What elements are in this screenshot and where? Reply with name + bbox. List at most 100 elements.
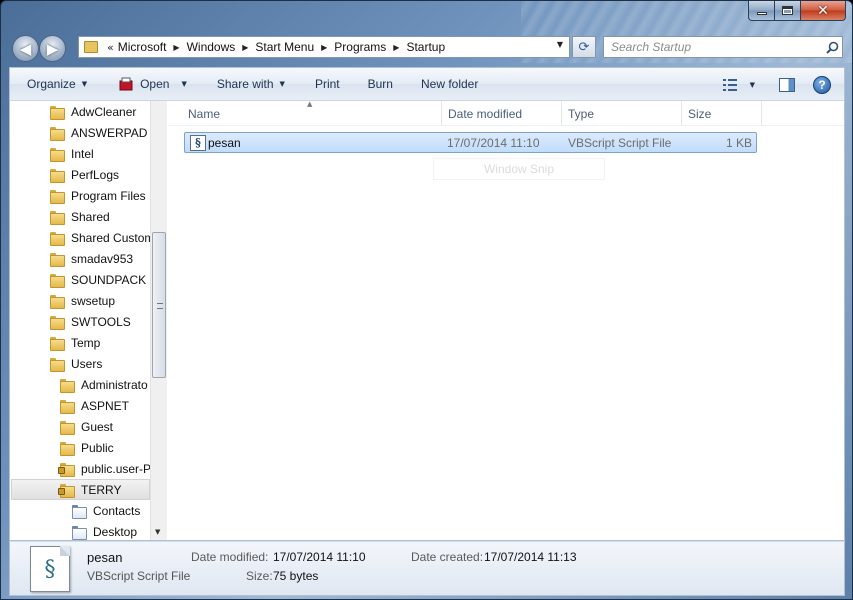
tree-item-swsetup[interactable]: swsetup (50, 290, 115, 311)
address-bar[interactable]: « Microsoft ▶ Windows ▶ Start Menu ▶ Pro… (78, 36, 570, 58)
search-icon[interactable] (822, 41, 842, 54)
search-box[interactable]: Search Startup (603, 36, 843, 58)
tree-item-program-files[interactable]: Program Files (50, 185, 146, 206)
file-row[interactable]: § pesan 17/07/2014 11:10 VBScript Script… (184, 132, 757, 153)
tree-item-shared-custom[interactable]: Shared Custom (50, 227, 154, 248)
breadcrumb-start-menu[interactable]: Start Menu (255, 40, 314, 54)
burn-button[interactable]: Burn (350, 68, 403, 101)
address-overflow-chevron[interactable]: « (107, 41, 114, 54)
details-size-label: Size: (246, 569, 273, 583)
tree-item-users[interactable]: Users (50, 353, 102, 374)
tree-item-terry[interactable]: TERRY (11, 479, 150, 500)
tree-item-answerpad[interactable]: ANSWERPAD (50, 122, 147, 143)
navigation-scrollbar[interactable]: ▼ (150, 101, 167, 540)
breadcrumb-programs[interactable]: Programs (334, 40, 386, 54)
back-button[interactable]: ◀ (12, 35, 39, 62)
tree-item-shared[interactable]: Shared (50, 206, 110, 227)
print-label: Print (314, 77, 340, 91)
breadcrumb-microsoft[interactable]: Microsoft (118, 40, 167, 54)
tree-item-desktop[interactable]: Desktop (72, 521, 137, 540)
breadcrumb-arrow-icon[interactable]: ▶ (393, 43, 399, 52)
file-type: VBScript Script File (568, 136, 672, 150)
tree-item-public[interactable]: Public (60, 437, 114, 458)
close-icon: ✕ (817, 2, 829, 19)
tree-item-smadav953[interactable]: smadav953 (50, 248, 133, 269)
tree-item-perflogs[interactable]: PerfLogs (50, 164, 119, 185)
search-input[interactable]: Search Startup (611, 40, 822, 54)
close-button[interactable]: ✕ (801, 1, 846, 21)
tree-item-label: PerfLogs (71, 167, 120, 182)
refresh-icon: ⟳ (578, 39, 590, 55)
tree-item-swtools[interactable]: SWTOOLS (50, 311, 131, 332)
column-name-label: Name (188, 106, 221, 121)
breadcrumb-arrow-icon[interactable]: ▶ (173, 43, 179, 52)
tree-item-soundpack[interactable]: SOUNDPACK (50, 269, 146, 290)
change-view-button[interactable]: ▼ (722, 78, 755, 91)
desktop-folder-icon (72, 525, 87, 540)
locked-folder-icon (58, 483, 75, 498)
tree-item-temp[interactable]: Temp (50, 332, 100, 353)
help-icon[interactable]: ? (813, 75, 831, 94)
details-date-created: 17/07/2014 11:13 (484, 550, 577, 564)
column-date-modified[interactable]: Date modified (442, 101, 562, 126)
tree-item-label: Users (71, 356, 103, 371)
print-button[interactable]: Print (295, 68, 350, 101)
contacts-folder-icon (72, 504, 87, 519)
back-arrow-icon: ◀ (19, 39, 32, 58)
folder-icon (50, 336, 65, 351)
file-name: pesan (208, 136, 241, 150)
breadcrumb-windows[interactable]: Windows (187, 40, 236, 54)
details-file-type: VBScript Script File (87, 569, 191, 583)
scrollbar-thumb[interactable] (152, 232, 166, 378)
maximize-button[interactable] (775, 1, 801, 21)
tree-item-label: swsetup (71, 293, 116, 308)
details-date-modified-label: Date modified: (191, 550, 269, 564)
tree-item-label: SOUNDPACK (71, 272, 147, 287)
tree-item-guest[interactable]: Guest (60, 416, 113, 437)
tree-item-public-user[interactable]: public.user-P (58, 458, 152, 479)
navigation-pane: AdwCleaner ANSWERPAD Intel PerfLogs Prog… (10, 101, 167, 540)
folder-icon (50, 105, 65, 120)
toolbar-right: ▼ ? (722, 68, 844, 101)
folder-icon (50, 315, 65, 330)
folder-icon (50, 126, 65, 141)
breadcrumb-arrow-icon[interactable]: ▶ (242, 43, 248, 52)
open-label: Open (140, 77, 170, 91)
minimize-button[interactable] (748, 1, 775, 21)
preview-pane-icon[interactable] (779, 77, 795, 92)
tree-item-label: Shared Custom (71, 230, 155, 245)
folder-icon (50, 189, 65, 204)
tree-item-label: SWTOOLS (71, 314, 131, 329)
details-view-icon (722, 78, 737, 91)
scroll-down-arrow-icon[interactable]: ▼ (155, 528, 160, 536)
refresh-button[interactable]: ⟳ (572, 36, 596, 58)
forward-arrow-icon: ▶ (46, 39, 59, 58)
open-menu[interactable]: Open ▼ (97, 68, 197, 101)
organize-menu[interactable]: Organize ▼ (10, 68, 97, 101)
forward-button[interactable]: ▶ (39, 35, 66, 62)
tree-item-label: Public (81, 440, 114, 455)
column-size[interactable]: Size (682, 101, 762, 126)
tree-item-aspnet[interactable]: ASPNET (60, 395, 129, 416)
address-dropdown-icon[interactable]: ▼ (553, 40, 567, 49)
new-folder-button[interactable]: New folder (403, 68, 488, 101)
column-type[interactable]: Type (562, 101, 682, 126)
tree-item-label: Desktop (93, 524, 138, 539)
tree-item-contacts[interactable]: Contacts (72, 500, 140, 521)
tree-item-label: public.user-P (81, 461, 152, 476)
folder-icon (50, 357, 65, 372)
chevron-down-icon: ▼ (181, 80, 187, 88)
share-with-menu[interactable]: Share with ▼ (197, 68, 295, 101)
details-date-modified: 17/07/2014 11:10 (273, 550, 366, 564)
tree-item-label: ANSWERPAD (71, 125, 148, 140)
command-bar: Organize ▼ Open ▼ Share with ▼ Print Bur… (9, 67, 845, 100)
tree-item-adwcleaner[interactable]: AdwCleaner (50, 101, 136, 122)
breadcrumb-startup[interactable]: Startup (406, 40, 445, 54)
folder-icon (60, 399, 75, 414)
tree-item-administrator[interactable]: Administrato (60, 374, 148, 395)
tree-item-label: Intel (71, 146, 94, 161)
breadcrumb-arrow-icon[interactable]: ▶ (321, 43, 327, 52)
organize-label: Organize (27, 77, 76, 91)
tree-item-intel[interactable]: Intel (50, 143, 94, 164)
grip-icon (157, 303, 163, 309)
